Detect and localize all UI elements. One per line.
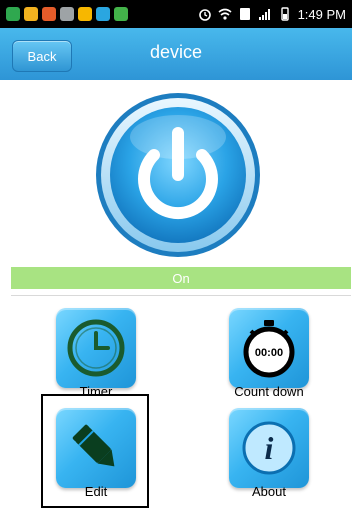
app-notification-icon: [114, 7, 128, 21]
app-notification-icon: [78, 7, 92, 21]
app-notification-icon: [42, 7, 56, 21]
info-icon: i: [242, 421, 296, 475]
stopwatch-icon: 00:00: [243, 320, 295, 378]
battery-icon: [280, 7, 289, 21]
notification-icon: [6, 7, 20, 21]
countdown-icon-text: 00:00: [255, 347, 283, 359]
app-notification-icon: [96, 7, 110, 21]
signal-icon: [258, 9, 270, 20]
app-notification-icon: [60, 7, 74, 21]
selection-highlight: [41, 394, 149, 508]
divider: [11, 295, 351, 296]
wifi-icon: [218, 8, 232, 20]
header-bar: Back device: [0, 28, 352, 80]
clock-icon: [67, 319, 125, 377]
power-button[interactable]: [94, 91, 262, 259]
status-time: 1:49 PM: [297, 6, 346, 22]
notification-icons: [6, 7, 128, 21]
status-bar: 1:49 PM: [0, 0, 352, 28]
about-button[interactable]: i: [229, 408, 309, 488]
sim-icon: [239, 8, 250, 20]
about-label: About: [252, 484, 286, 499]
page-title: device: [149, 42, 203, 62]
svg-text:i: i: [265, 430, 274, 466]
countdown-label: Count down: [234, 384, 304, 399]
power-state-bar: On: [11, 267, 351, 289]
alarm-icon: [198, 9, 211, 21]
countdown-button[interactable]: 00:00: [229, 308, 309, 388]
timer-button[interactable]: [56, 308, 136, 388]
lock-notification-icon: [24, 7, 38, 21]
